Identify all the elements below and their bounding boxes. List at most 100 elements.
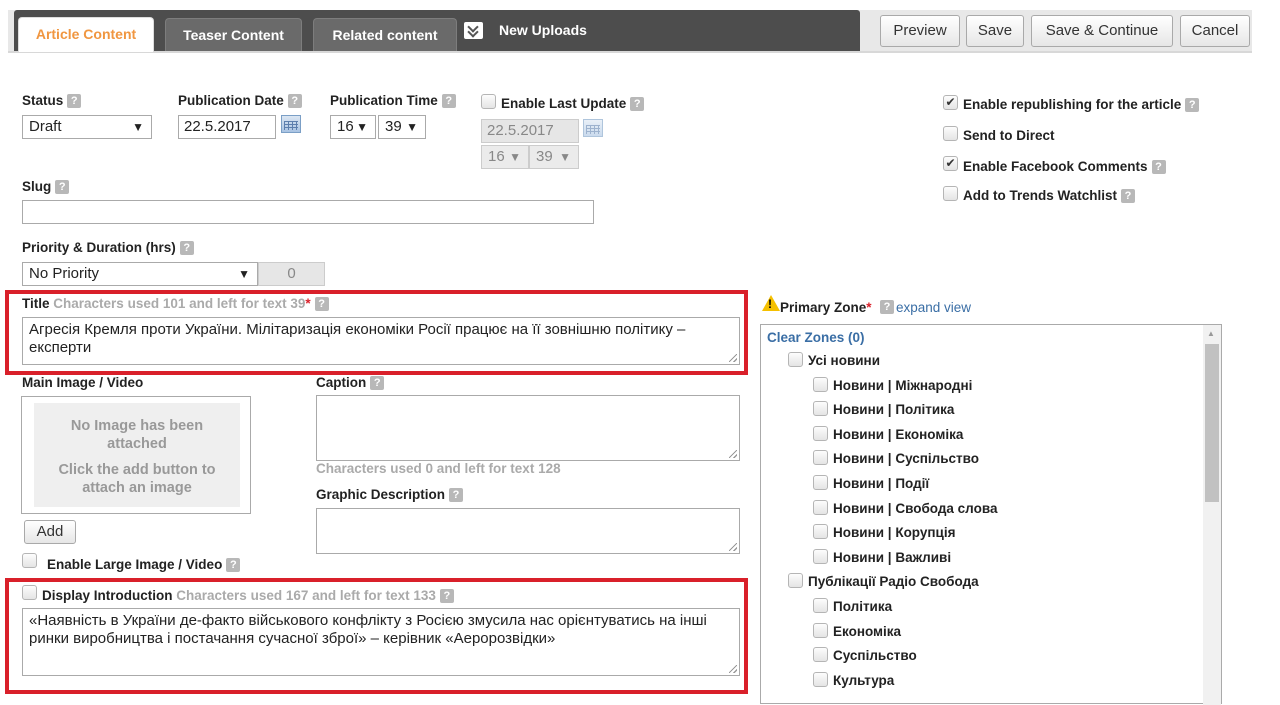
calendar-icon[interactable]: [281, 115, 301, 133]
zone-checkbox[interactable]: [813, 671, 828, 687]
title-label: Title Characters used 101 and left for t…: [22, 296, 329, 312]
help-icon[interactable]: ?: [179, 241, 194, 256]
graphic-description-label: Graphic Description?: [316, 487, 464, 503]
help-icon[interactable]: ?: [441, 94, 456, 109]
save-button[interactable]: Save: [966, 15, 1024, 47]
tab-teaser-content[interactable]: Teaser Content: [165, 18, 302, 51]
help-icon[interactable]: ?: [630, 97, 645, 112]
zone-item-label: Новини | Важливі: [833, 549, 952, 565]
primary-zone-label: Primary Zone*: [780, 300, 872, 315]
priority-select[interactable]: No Priority ▼: [22, 262, 258, 286]
enable-last-update-label: Enable Last Update?: [501, 96, 645, 112]
publication-hour-select[interactable]: 16 ▼: [330, 115, 376, 139]
publication-time-label: Publication Time?: [330, 93, 456, 109]
help-icon[interactable]: ?: [1151, 160, 1166, 175]
zone-checkbox[interactable]: [813, 598, 828, 613]
scroll-up-arrow-icon[interactable]: ▲: [1207, 329, 1215, 338]
send-to-direct-label: Send to Direct: [963, 128, 1055, 143]
help-icon[interactable]: ?: [55, 180, 70, 195]
tab-new-uploads[interactable]: New Uploads: [499, 22, 587, 38]
help-icon[interactable]: ?: [67, 94, 82, 109]
calendar-icon: [583, 119, 603, 137]
zone-checkbox[interactable]: [813, 622, 828, 638]
zone-item-label: Новини | Свобода слова: [833, 500, 998, 516]
image-placeholder: No Image has been attached Click the add…: [21, 396, 251, 514]
facebook-comments-label: Enable Facebook Comments?: [963, 159, 1166, 175]
zone-item-label: Публікації Радіо Свобода: [808, 574, 979, 590]
caption-char-count: Characters used 0 and left for text 128: [316, 461, 561, 476]
graphic-description-textarea[interactable]: [316, 508, 740, 554]
large-image-checkbox[interactable]: [22, 553, 37, 568]
zone-checkbox[interactable]: [813, 401, 828, 417]
cancel-button[interactable]: Cancel: [1180, 15, 1250, 47]
warning-icon: [762, 295, 780, 311]
facebook-comments-checkbox[interactable]: ✔: [943, 156, 958, 171]
zone-item-label: Новини | Політика: [833, 402, 955, 418]
zone-checkbox[interactable]: [788, 573, 803, 589]
zone-checkbox[interactable]: [788, 352, 803, 367]
zone-item-label: Суспільство: [833, 648, 917, 664]
publication-date-input[interactable]: 22.5.2017: [178, 115, 276, 139]
slug-input[interactable]: [22, 200, 594, 224]
zone-checkbox[interactable]: [813, 499, 828, 515]
image-empty-message: No Image has been attached Click the add…: [34, 403, 240, 507]
help-icon[interactable]: ?: [1121, 189, 1136, 204]
zone-item-label: Новини | Корупція: [833, 525, 956, 541]
slug-label: Slug?: [22, 179, 70, 195]
last-update-hour-select: 16 ▼: [481, 145, 529, 169]
duration-input: 0: [258, 262, 325, 286]
republishing-checkbox[interactable]: ✔: [943, 95, 958, 110]
zone-item-label: Новини | Міжнародні: [833, 377, 973, 393]
save-continue-button[interactable]: Save & Continue: [1031, 15, 1173, 47]
main-image-label: Main Image / Video: [22, 375, 144, 390]
introduction-textarea[interactable]: «Наявність в України де-факто військовог…: [22, 608, 740, 676]
help-icon[interactable]: ?: [314, 297, 329, 312]
zone-item-label: Новини | Суспільство: [833, 451, 980, 467]
send-to-direct-checkbox[interactable]: [943, 126, 958, 141]
zone-item-label: Новини | Події: [833, 476, 930, 491]
display-introduction-label: Display Introduction Characters used 167…: [42, 588, 454, 604]
zone-checkbox[interactable]: [813, 548, 828, 564]
zone-item-label: Політика: [833, 599, 893, 614]
republishing-label: Enable republishing for the article?: [963, 97, 1200, 113]
help-icon[interactable]: ?: [370, 376, 385, 391]
zone-checkbox[interactable]: [813, 450, 828, 466]
zone-checkbox[interactable]: [813, 376, 828, 392]
zone-checkbox[interactable]: [813, 524, 828, 540]
help-icon[interactable]: ?: [880, 300, 894, 314]
status-select[interactable]: Draft ▼: [22, 115, 152, 139]
caption-textarea[interactable]: [316, 395, 740, 461]
large-image-label: Enable Large Image / Video?: [47, 557, 241, 573]
help-icon[interactable]: ?: [449, 488, 464, 503]
preview-button[interactable]: Preview: [880, 15, 960, 47]
publication-minute-select[interactable]: 39 ▼: [378, 115, 426, 139]
last-update-minute-select: 39 ▼: [529, 145, 579, 169]
expand-view-link[interactable]: expand view: [896, 300, 971, 315]
priority-label: Priority & Duration (hrs)?: [22, 240, 194, 256]
help-icon[interactable]: ?: [1185, 98, 1200, 113]
help-icon[interactable]: ?: [287, 94, 302, 109]
enable-last-update-checkbox[interactable]: [481, 94, 496, 109]
status-label: Status?: [22, 93, 82, 109]
tab-related-content[interactable]: Related content: [313, 18, 457, 51]
chevron-double-down-icon[interactable]: [464, 22, 483, 39]
caption-label: Caption?: [316, 375, 385, 391]
zone-item-label: Культура: [833, 672, 895, 688]
zone-checkbox[interactable]: [813, 475, 828, 490]
tab-article-content[interactable]: Article Content: [18, 17, 154, 52]
trends-watchlist-checkbox[interactable]: [943, 186, 958, 201]
last-update-date-input: 22.5.2017: [481, 119, 579, 143]
help-icon[interactable]: ?: [439, 589, 454, 604]
trends-watchlist-label: Add to Trends Watchlist?: [963, 188, 1136, 204]
zone-item-label: Новини | Економіка: [833, 426, 964, 442]
zone-checkbox[interactable]: [813, 425, 828, 441]
publication-date-label: Publication Date?: [178, 93, 302, 109]
title-textarea[interactable]: Агресія Кремля проти України. Мілітариза…: [22, 317, 740, 365]
zone-item-label: Економіка: [833, 623, 902, 639]
help-icon[interactable]: ?: [226, 558, 241, 573]
zone-scroll-thumb[interactable]: [1205, 344, 1219, 502]
add-image-button[interactable]: Add: [24, 520, 76, 544]
zone-checkbox[interactable]: [813, 647, 828, 663]
display-introduction-checkbox[interactable]: [22, 585, 37, 600]
clear-zones-link[interactable]: Clear Zones (0): [767, 330, 865, 345]
